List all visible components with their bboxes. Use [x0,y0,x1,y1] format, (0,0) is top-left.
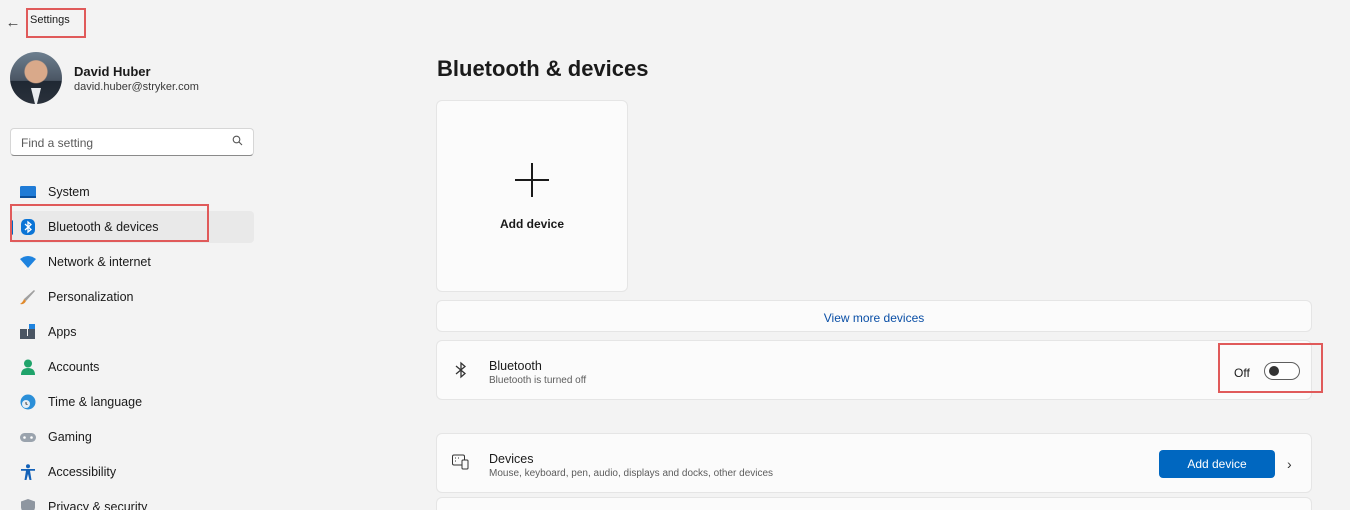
sidebar-item-apps[interactable]: Apps [10,316,254,348]
brush-icon [20,289,36,305]
title-bar: ← Settings [0,0,1350,46]
bluetooth-subtitle: Bluetooth is turned off [489,375,587,386]
sidebar-item-accounts[interactable]: Accounts [10,351,254,383]
sidebar-item-label: Gaming [48,430,92,444]
sidebar-item-label: System [48,185,90,199]
sidebar-item-gaming[interactable]: Gaming [10,421,254,453]
bluetooth-icon [451,361,471,381]
shield-icon [20,499,36,510]
apps-icon [20,324,36,340]
highlight-box-title [26,8,86,38]
highlight-box-bluetooth-nav [10,204,209,242]
sidebar-item-label: Privacy & security [48,500,148,510]
sidebar-item-label: Time & language [48,395,143,409]
view-more-devices-button[interactable]: View more devices [436,300,1312,332]
avatar [10,52,62,104]
keyboard-icon [451,454,471,474]
sidebar-item-label: Apps [48,325,77,339]
arrow-left-icon: ← [5,14,21,31]
plus-icon [515,163,549,197]
sidebar-item-personalization[interactable]: Personalization [10,281,254,313]
devices-row[interactable]: Devices Mouse, keyboard, pen, audio, dis… [436,433,1312,493]
search-placeholder: Find a setting [21,136,94,150]
bluetooth-row: Bluetooth Bluetooth is turned off Off [436,340,1312,400]
profile-email: david.huber@stryker.com [74,81,199,93]
gamepad-icon [20,429,36,445]
add-device-tile[interactable]: Add device [436,100,628,292]
view-more-devices-label: View more devices [823,311,925,325]
sidebar-item-time-language[interactable]: Time & language [10,386,254,418]
globe-clock-icon [20,394,36,410]
sidebar-item-label: Accessibility [48,465,117,479]
user-profile[interactable]: David Huber david.huber@stryker.com [10,52,260,108]
sidebar-item-label: Accounts [48,360,100,374]
sidebar-item-privacy-security[interactable]: Privacy & security [10,491,254,510]
next-row-card [436,497,1312,510]
sidebar-item-label: Personalization [48,290,134,304]
chevron-right-icon[interactable]: › [1287,456,1292,472]
sidebar-item-label: Network & internet [48,255,151,269]
highlight-box-toggle [1218,343,1323,393]
system-icon [20,184,36,200]
accessibility-icon [20,464,36,480]
search-input[interactable]: Find a setting [10,128,254,156]
wifi-icon [20,254,36,270]
profile-name: David Huber [74,64,151,79]
add-device-button[interactable]: Add device [1159,450,1275,478]
page-title: Bluetooth & devices [437,56,649,81]
devices-title: Devices [489,452,534,466]
add-device-tile-label: Add device [499,217,565,231]
bluetooth-title: Bluetooth [489,359,542,373]
sidebar-item-accessibility[interactable]: Accessibility [10,456,254,488]
devices-subtitle: Mouse, keyboard, pen, audio, displays an… [489,468,774,479]
person-icon [20,359,36,375]
back-button[interactable]: ← [4,14,22,32]
sidebar-item-network[interactable]: Network & internet [10,246,254,278]
search-icon [232,135,243,149]
